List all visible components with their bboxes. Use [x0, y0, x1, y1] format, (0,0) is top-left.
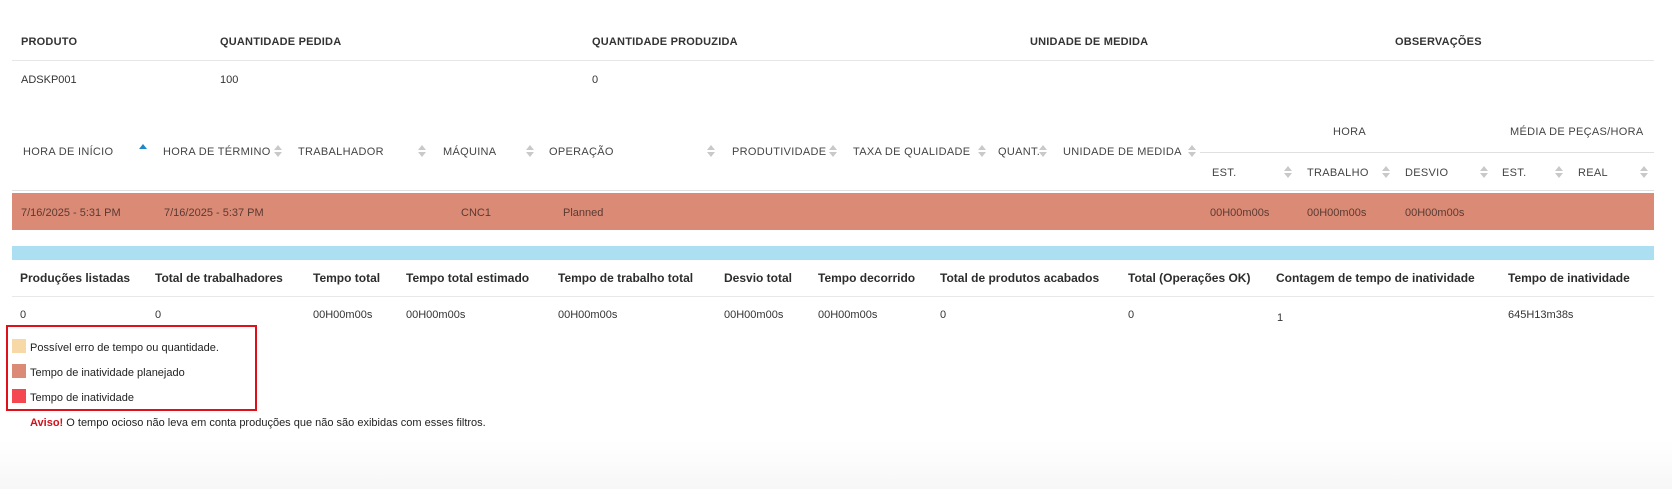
col-header-hora-trabalho[interactable]: TRABALHO	[1307, 167, 1369, 179]
col-header-quantidade-produzida: QUANTIDADE PRODUZIDA	[592, 36, 738, 48]
col-header-produto: PRODUTO	[21, 36, 78, 48]
col-header-operacao[interactable]: OPERAÇÃO	[549, 146, 614, 158]
row-hora-trabalho: 00H00m00s	[1307, 207, 1367, 219]
summary-header-total-operacoes-ok: Total (Operações OK)	[1128, 271, 1251, 285]
col-header-hora-termino[interactable]: HORA DE TÉRMINO	[163, 146, 271, 158]
header-divider	[12, 190, 1654, 191]
col-header-media-real[interactable]: REAL	[1578, 167, 1608, 179]
summary-header-tempo-total-estimado: Tempo total estimado	[406, 271, 530, 285]
col-header-observacoes: OBSERVAÇÕES	[1395, 36, 1482, 48]
legend-swatch-downtime	[12, 389, 26, 403]
col-header-taxa-qualidade[interactable]: TAXA DE QUALIDADE	[853, 146, 970, 158]
table-footer-band	[12, 246, 1654, 260]
col-header-hora-est[interactable]: EST.	[1212, 167, 1236, 179]
header-divider	[12, 60, 1654, 61]
col-header-maquina[interactable]: MÁQUINA	[443, 146, 496, 158]
col-header-quantidade-pedida: QUANTIDADE PEDIDA	[220, 36, 342, 48]
quantity-ordered: 100	[220, 74, 239, 86]
sort-icon[interactable]	[978, 145, 986, 159]
product-code: ADSKP001	[21, 74, 77, 86]
summary-value-tempo-inatividade: 645H13m38s	[1508, 309, 1574, 321]
col-header-produtividade[interactable]: PRODUTIVIDADE	[732, 146, 826, 158]
sort-icon[interactable]	[418, 145, 426, 159]
summary-header-tempo-total: Tempo total	[313, 271, 381, 285]
row-hora-est: 00H00m00s	[1210, 207, 1270, 219]
summary-value-contagem-inatividade: 1	[1277, 312, 1284, 324]
sort-icon[interactable]	[1640, 166, 1648, 180]
summary-value-total-trabalhadores: 0	[155, 309, 162, 321]
sort-icon[interactable]	[829, 145, 837, 159]
col-header-unidade-medida[interactable]: UNIDADE DE MEDIDA	[1063, 146, 1182, 158]
summary-header-tempo-inatividade: Tempo de inatividade	[1508, 271, 1630, 285]
sort-icon[interactable]	[526, 145, 534, 159]
sort-asc-icon[interactable]	[139, 144, 147, 158]
bottom-fade	[0, 440, 1672, 489]
legend-label-planned-downtime: Tempo de inatividade planejado	[30, 367, 185, 379]
legend-swatch-possible-error	[12, 339, 26, 353]
legend-label-downtime: Tempo de inatividade	[30, 392, 134, 404]
row-start-time: 7/16/2025 - 5:31 PM	[21, 207, 121, 219]
sort-icon[interactable]	[1555, 166, 1563, 180]
summary-header-total-trabalhadores: Total de trabalhadores	[155, 271, 283, 285]
summary-value-tempo-total: 00H00m00s	[313, 309, 373, 321]
summary-value-tempo-decorrido: 00H00m00s	[818, 309, 878, 321]
quantity-produced: 0	[592, 74, 599, 86]
warning-prefix: Aviso!	[30, 417, 64, 429]
summary-header-desvio-total: Desvio total	[724, 271, 793, 285]
col-header-trabalhador[interactable]: TRABALHADOR	[298, 146, 384, 158]
col-header-media-est[interactable]: EST.	[1502, 167, 1526, 179]
summary-value-tempo-trabalho-total: 00H00m00s	[558, 309, 618, 321]
summary-value-total-produtos-acabados: 0	[940, 309, 947, 321]
sort-icon[interactable]	[1039, 145, 1047, 159]
col-header-hora-inicio[interactable]: HORA DE INÍCIO	[23, 146, 113, 158]
summary-header-tempo-trabalho-total: Tempo de trabalho total	[558, 271, 694, 285]
summary-header-tempo-decorrido: Tempo decorrido	[818, 271, 916, 285]
row-machine: CNC1	[461, 207, 491, 219]
summary-header-total-produtos-acabados: Total de produtos acabados	[940, 271, 1100, 285]
sort-icon[interactable]	[274, 145, 282, 159]
summary-header-contagem-inatividade: Contagem de tempo de inatividade	[1276, 271, 1475, 285]
summary-value-producoes-listadas: 0	[20, 309, 27, 321]
sort-icon[interactable]	[1382, 166, 1390, 180]
legend-label-possible-error: Possível erro de tempo ou quantidade.	[30, 342, 219, 354]
sort-icon[interactable]	[1480, 166, 1488, 180]
row-operation: Planned	[563, 207, 604, 219]
group-header-media-pecas-hora: MÉDIA DE PEÇAS/HORA	[1510, 126, 1644, 138]
summary-value-total-operacoes-ok: 0	[1128, 309, 1135, 321]
summary-value-desvio-total: 00H00m00s	[724, 309, 784, 321]
sort-icon[interactable]	[707, 145, 715, 159]
summary-header-producoes-listadas: Produções listadas	[20, 271, 131, 285]
legend-swatch-planned-downtime	[12, 364, 26, 378]
summary-value-tempo-total-estimado: 00H00m00s	[406, 309, 466, 321]
col-header-hora-desvio[interactable]: DESVIO	[1405, 167, 1448, 179]
warning-text: O tempo ocioso não leva em conta produçõ…	[63, 417, 486, 429]
col-header-quant[interactable]: QUANT.	[998, 146, 1040, 158]
summary-divider	[12, 296, 1654, 297]
warning-message: Aviso! O tempo ocioso não leva em conta …	[30, 417, 486, 429]
col-header-unidade-de-medida: UNIDADE DE MEDIDA	[1030, 36, 1149, 48]
group-header-hora: HORA	[1333, 126, 1366, 138]
sort-icon[interactable]	[1188, 145, 1196, 159]
group-header-divider	[1200, 152, 1654, 153]
row-end-time: 7/16/2025 - 5:37 PM	[164, 207, 264, 219]
sort-icon[interactable]	[1284, 166, 1292, 180]
row-hora-desvio: 00H00m00s	[1405, 207, 1465, 219]
